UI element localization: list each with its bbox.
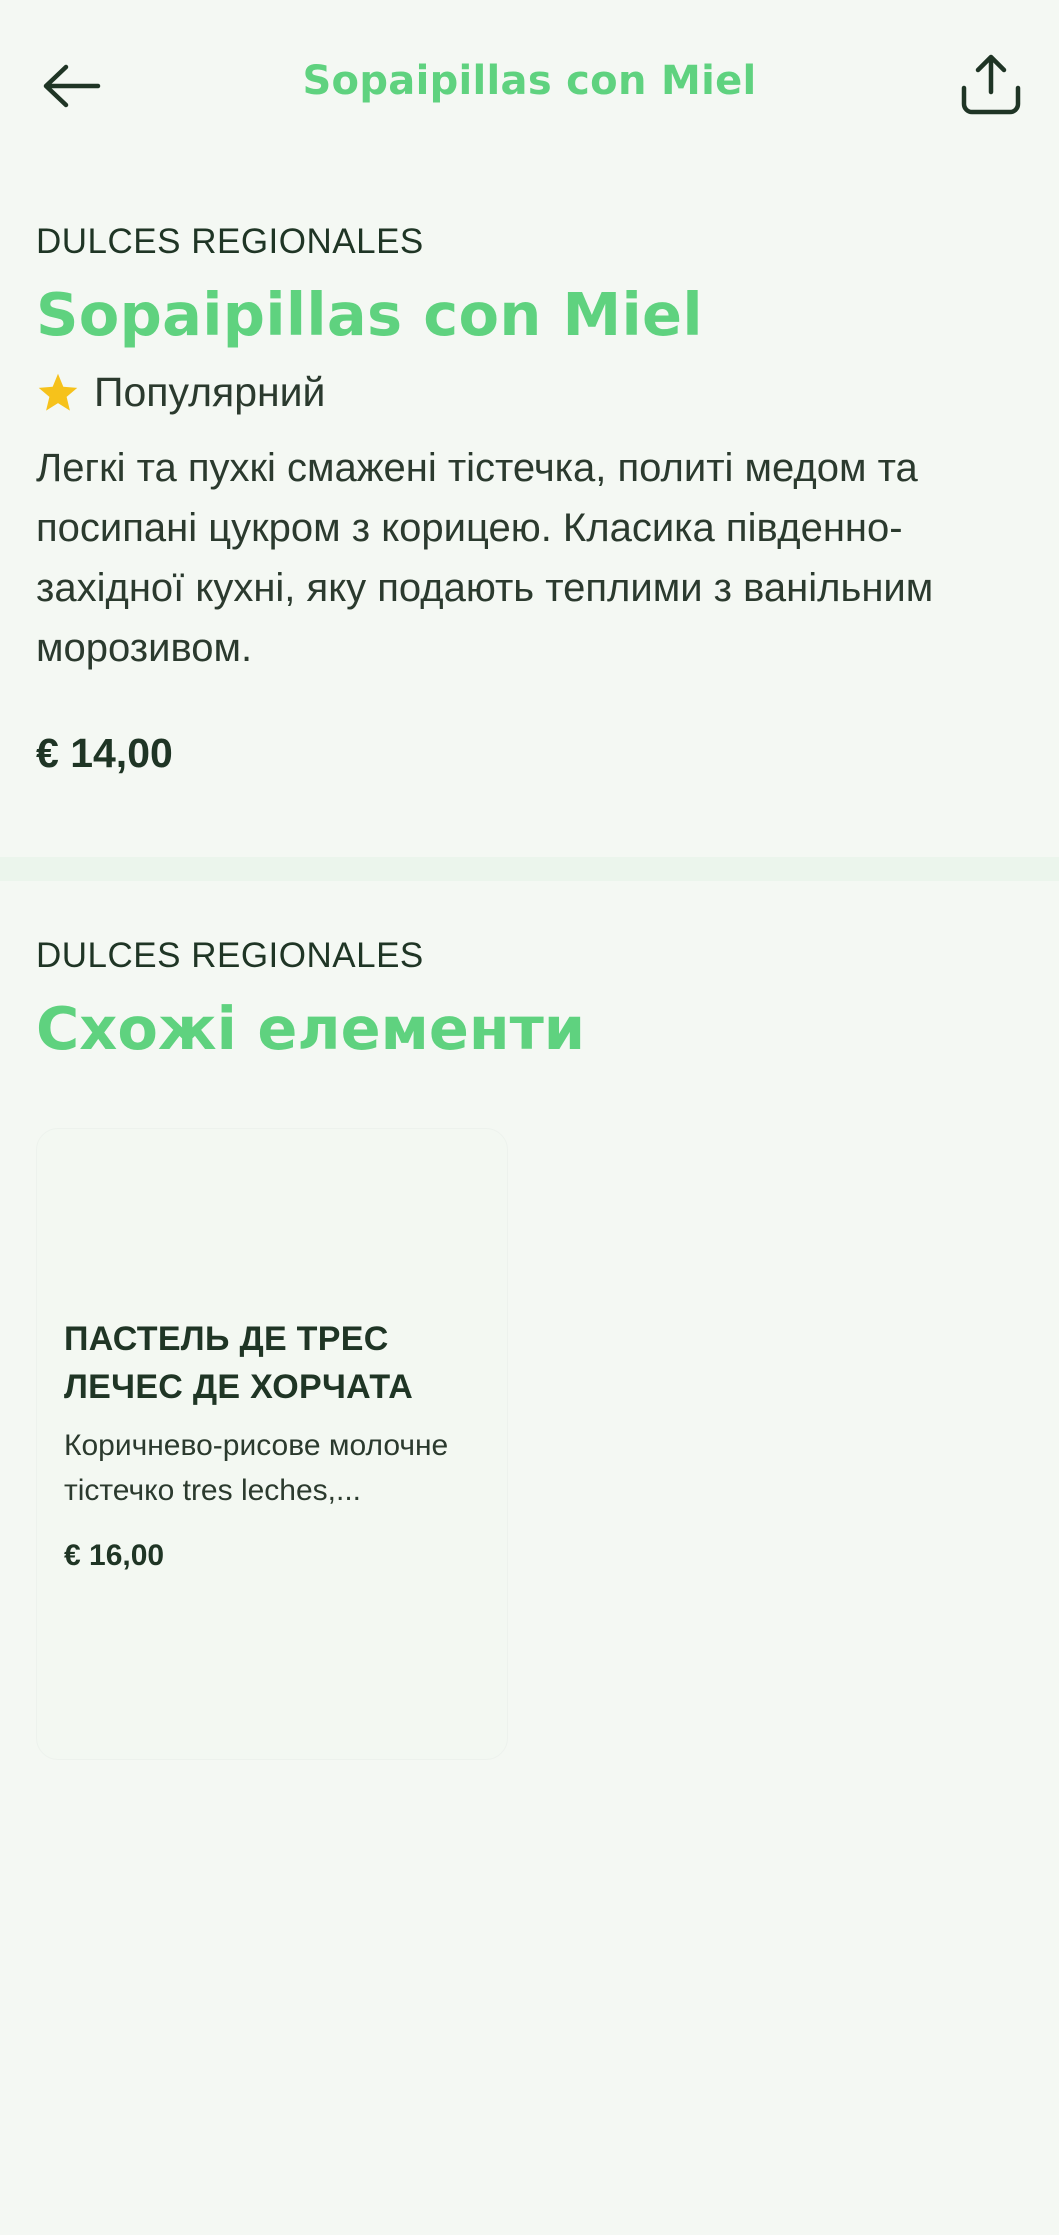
similar-title: Схожі елементи <box>36 994 586 1063</box>
header-title: Sopaipillas con Miel <box>302 58 757 104</box>
item-description: Легкі та пухкі смажені тістечка, политі … <box>36 446 934 670</box>
item-detail: DULCES REGIONALES Sopaipillas con Miel П… <box>36 222 1026 777</box>
item-title: Sopaipillas con Miel <box>36 280 703 349</box>
item-category: DULCES REGIONALES <box>36 222 424 261</box>
similar-category: DULCES REGIONALES <box>36 936 424 975</box>
popular-label: Популярний <box>94 369 326 415</box>
card-description: Коричнево-рисове молочне тістечко tres l… <box>64 1429 449 1507</box>
item-price: € 14,00 <box>36 730 173 776</box>
similar-item-card[interactable]: ПАСТЕЛЬ ДЕ ТРЕС ЛЕЧЕС ДЕ ХОРЧАТА Коричне… <box>36 1128 508 1760</box>
share-icon <box>961 54 1021 115</box>
popular-badge: Популярний <box>36 369 1026 416</box>
similar-items-section: DULCES REGIONALES Схожі елементи <box>36 936 1026 1063</box>
card-title: ПАСТЕЛЬ ДЕ ТРЕС ЛЕЧЕС ДЕ ХОРЧАТА <box>64 1320 414 1406</box>
card-price: € 16,00 <box>64 1539 165 1572</box>
section-divider <box>0 857 1059 881</box>
back-button[interactable] <box>36 50 108 122</box>
share-button[interactable] <box>953 46 1029 122</box>
top-app-bar: Sopaipillas con Miel <box>0 0 1059 170</box>
arrow-left-icon <box>43 64 101 108</box>
card-body: ПАСТЕЛЬ ДЕ ТРЕС ЛЕЧЕС ДЕ ХОРЧАТА Коричне… <box>64 1315 484 1573</box>
star-icon <box>38 373 78 411</box>
